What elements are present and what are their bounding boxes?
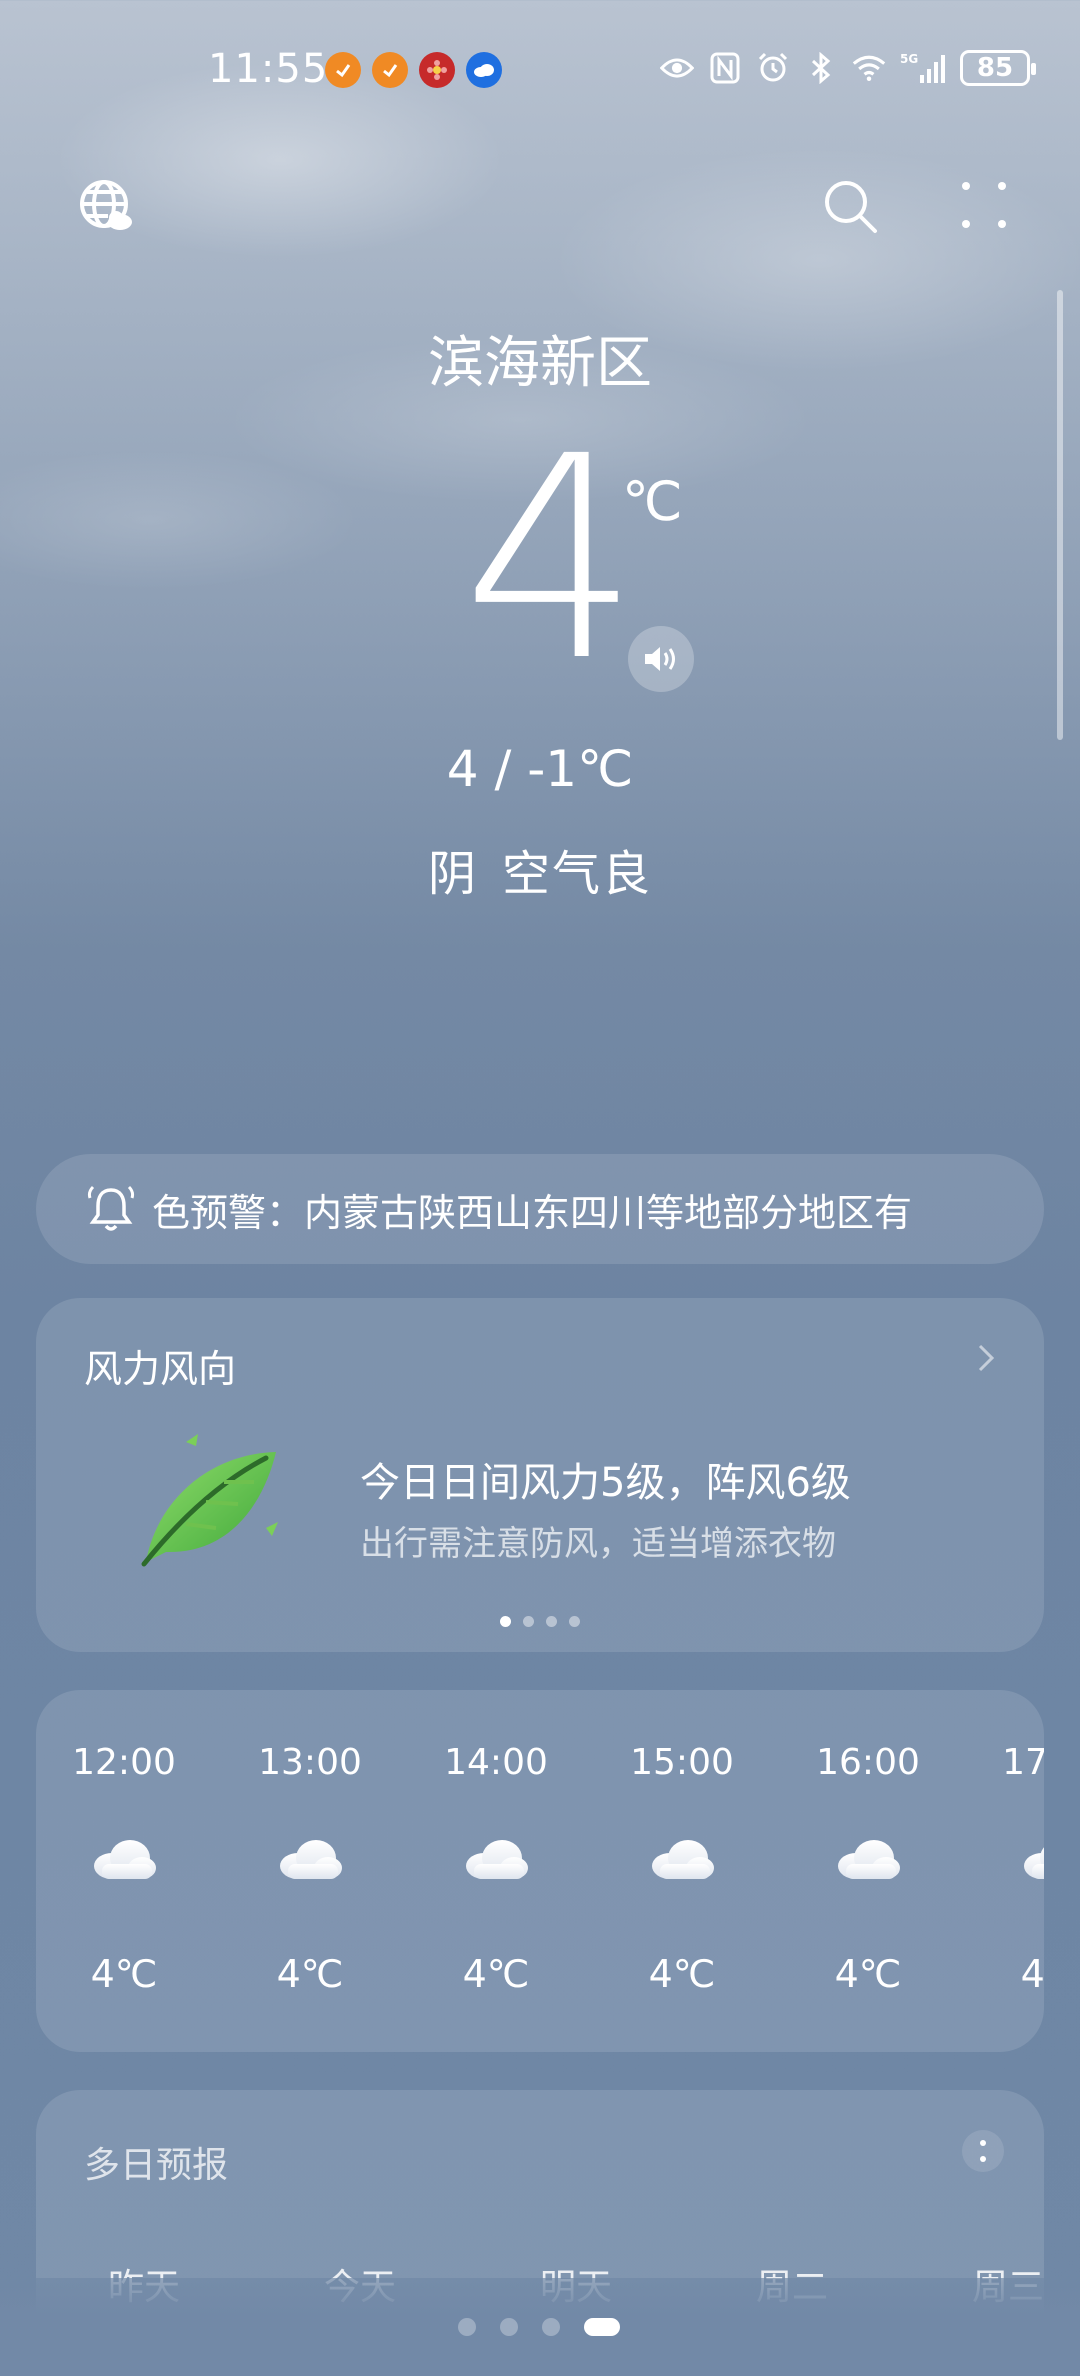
- hour-temperature: 4℃: [834, 1952, 902, 1996]
- cloud-icon: [90, 1836, 158, 1882]
- weather-condition: 阴: [427, 846, 478, 902]
- multiday-title: 多日预报: [84, 2145, 229, 2186]
- current-temperature: 4: [462, 397, 641, 723]
- temperature-range: 4 / -1℃: [446, 740, 634, 798]
- cloud-icon: [834, 1836, 902, 1882]
- hour-time: 17:00: [1002, 1742, 1044, 1783]
- wind-card-title: 风力风向: [84, 1347, 237, 1391]
- wind-page-indicator: [36, 1616, 1044, 1627]
- hourly-forecast-card[interactable]: 12:004℃13:004℃14:004℃15:004℃16:004℃17:00…: [36, 1690, 1044, 2052]
- hour-temperature: 4℃: [90, 1952, 158, 1996]
- hour-time: 13:00: [258, 1742, 362, 1783]
- wind-card[interactable]: 风力风向 今日日间风力5级，阵风6级 出行需注意防风，适当增添衣物: [36, 1298, 1044, 1652]
- app-red-flower-icon: [419, 52, 455, 88]
- clock: 11:55: [208, 46, 329, 92]
- search-icon: [825, 181, 877, 233]
- battery-indicator: 85: [960, 50, 1036, 86]
- more-options-button[interactable]: [958, 180, 1010, 232]
- hourly-item: 16:00 4℃: [788, 1690, 948, 2052]
- city-management-button[interactable]: [78, 178, 136, 236]
- city-name: 滨海新区: [428, 331, 652, 396]
- city-page-dot[interactable]: [584, 2318, 620, 2336]
- hour-time: 16:00: [816, 1742, 920, 1783]
- hour-time: 15:00: [630, 1742, 734, 1783]
- wifi-icon: [852, 51, 886, 85]
- alarm-icon: [756, 51, 790, 85]
- nfc-icon: [708, 51, 742, 85]
- cloud-icon: [648, 1836, 716, 1882]
- hourly-item: 15:00 4℃: [602, 1690, 762, 2052]
- hourly-item: 13:00 4℃: [230, 1690, 390, 2052]
- vertical-dots-icon: [980, 2140, 986, 2162]
- wind-leaf-icon: [141, 1434, 278, 1567]
- city-page-dot[interactable]: [542, 2318, 560, 2336]
- page-dot: [569, 1616, 580, 1627]
- hour-time: 12:00: [72, 1742, 176, 1783]
- bell-alert-icon: [87, 1185, 135, 1231]
- chevron-right-icon: [978, 1344, 995, 1372]
- hour-temperature: 4℃: [462, 1952, 530, 1996]
- temperature-unit: ℃: [622, 470, 683, 533]
- page-dot: [523, 1616, 534, 1627]
- hourly-item: 17:00 4℃: [974, 1690, 1044, 2052]
- wind-advice: 出行需注意防风，适当增添衣物: [360, 1524, 836, 1564]
- city-page-indicator[interactable]: [458, 2318, 620, 2336]
- hour-temperature: 4℃: [276, 1952, 344, 1996]
- speaker-icon: [645, 647, 675, 671]
- notification-icons: [325, 52, 502, 88]
- cloud-icon: [1020, 1836, 1044, 1882]
- page-dot: [500, 1616, 511, 1627]
- weather-alert-banner[interactable]: 色预警：内蒙古陕西山东四川等地部分地区有: [36, 1154, 1044, 1264]
- air-quality: 空气良: [502, 846, 653, 902]
- hourly-item: 14:00 4℃: [416, 1690, 576, 2052]
- app-orange-icon: [325, 52, 361, 88]
- network-label: 5G: [900, 52, 918, 66]
- multiday-more-button[interactable]: [962, 2130, 1004, 2172]
- globe-cloud-icon: [80, 180, 132, 230]
- city-page-dot[interactable]: [458, 2318, 476, 2336]
- hour-temperature: 4℃: [648, 1952, 716, 1996]
- status-bar: 11:55 5G 85: [0, 40, 1080, 100]
- hour-time: 14:00: [444, 1742, 548, 1783]
- cloud-icon: [276, 1836, 344, 1882]
- cloud-icon: [462, 1836, 530, 1882]
- hour-temperature: 4℃: [1020, 1952, 1044, 1996]
- search-button[interactable]: [822, 178, 880, 236]
- bluetooth-icon: [804, 51, 838, 85]
- app-blue-cloud-icon: [466, 52, 502, 88]
- voice-broadcast-button[interactable]: [628, 626, 694, 692]
- system-icons: 5G 85: [660, 50, 1036, 86]
- wind-summary: 今日日间风力5级，阵风6级: [360, 1460, 851, 1506]
- weather-condition-line: 阴空气良: [0, 834, 1080, 904]
- hourly-item: 12:00 4℃: [44, 1690, 204, 2052]
- signal-5g-icon: 5G: [900, 51, 946, 85]
- app-orange-icon: [372, 52, 408, 88]
- alert-text: 色预警：内蒙古陕西山东四川等地部分地区有: [152, 1191, 913, 1235]
- page-dot: [546, 1616, 557, 1627]
- more-dots-icon: [962, 182, 1006, 228]
- city-page-dot[interactable]: [500, 2318, 518, 2336]
- eye-icon: [660, 51, 694, 85]
